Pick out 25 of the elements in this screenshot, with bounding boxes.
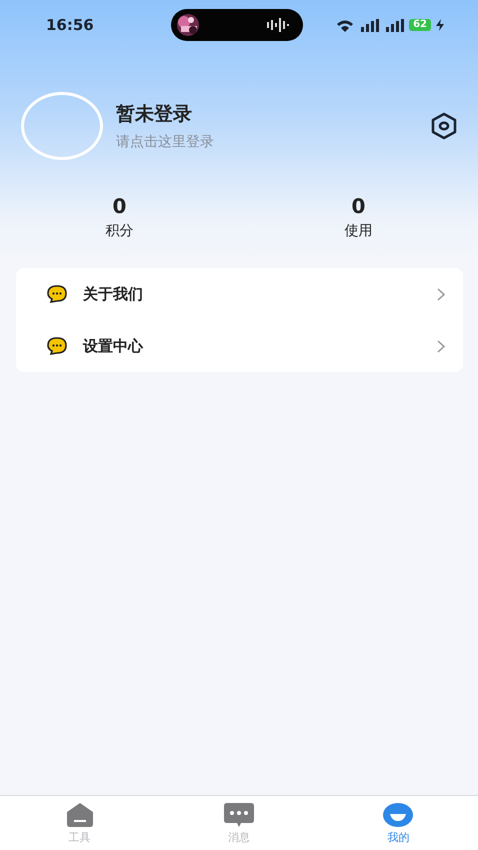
chat-bubble-icon	[47, 285, 67, 303]
battery-level: 62	[409, 19, 431, 31]
stat-value: 0	[352, 194, 366, 218]
chat-icon	[222, 802, 255, 828]
status-time: 16:56	[46, 16, 95, 34]
login-hint[interactable]: 请点击这里登录	[116, 133, 214, 151]
tab[interactable]: 我的	[318, 796, 478, 850]
signal-icon	[384, 18, 404, 32]
chevron-right-icon	[437, 288, 445, 300]
waveform-icon	[267, 18, 289, 32]
wifi-icon	[336, 18, 354, 32]
settings-icon[interactable]	[430, 112, 458, 140]
signal-icon	[359, 18, 380, 32]
tab[interactable]: 工具	[0, 796, 160, 850]
chat-bubble-icon	[47, 337, 67, 355]
login-status[interactable]: 暂未登录	[116, 101, 214, 127]
chevron-right-icon	[437, 340, 445, 352]
menu-item[interactable]: 设置中心	[83, 336, 143, 356]
tab[interactable]: 消息	[159, 796, 319, 850]
smile-icon	[382, 802, 414, 828]
stat-value: 0	[112, 194, 126, 218]
menu-item[interactable]: 关于我们	[83, 284, 143, 304]
stat-label: 使用	[344, 222, 372, 240]
charging-icon	[436, 19, 444, 31]
stat-label: 积分	[106, 222, 134, 240]
